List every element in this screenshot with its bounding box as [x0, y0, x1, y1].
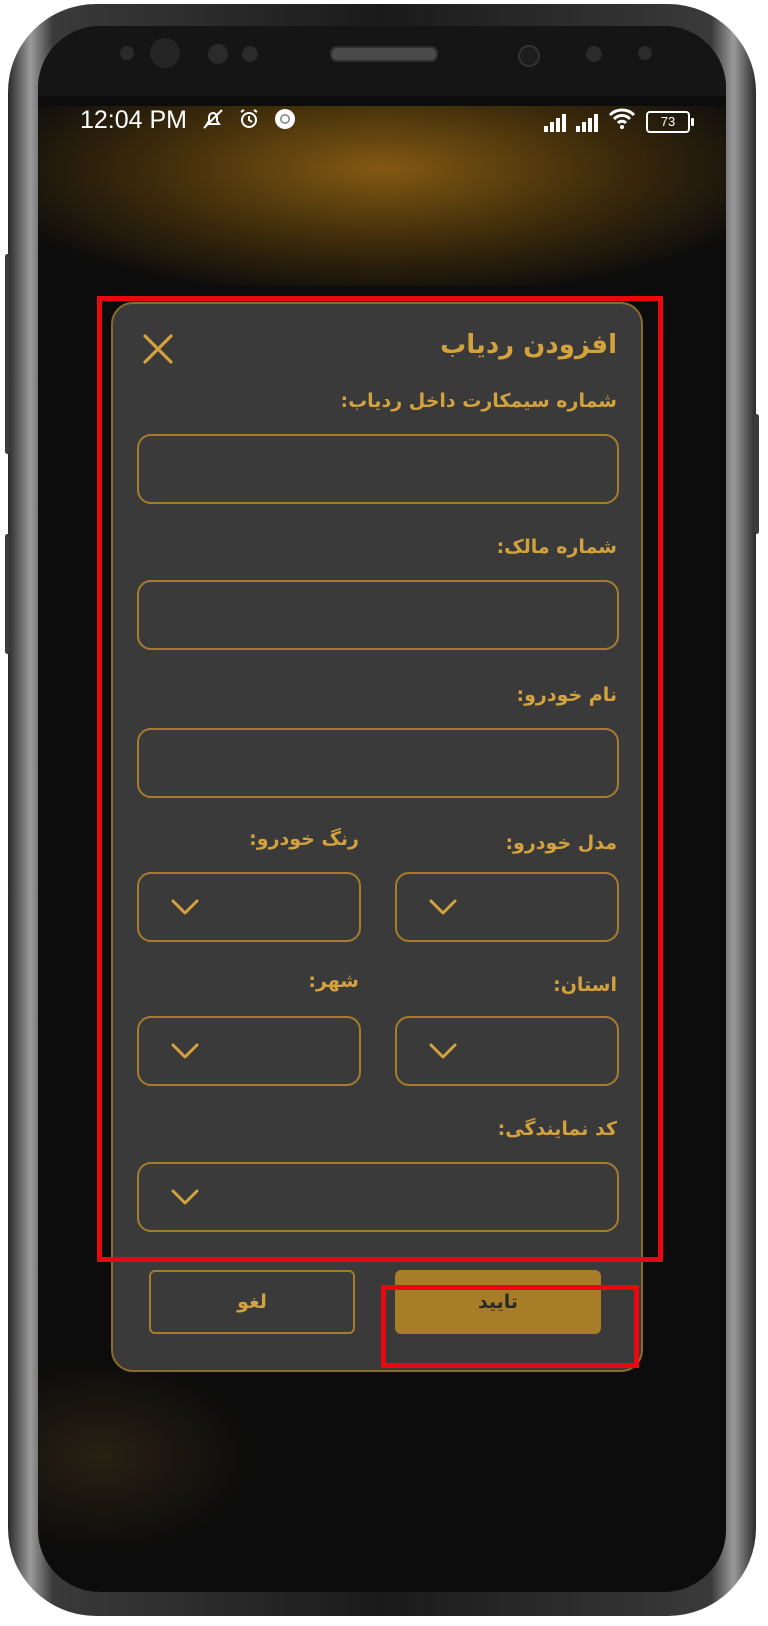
status-bar: 12:04 PM 73: [38, 96, 726, 150]
power-button: [754, 414, 759, 534]
alarm-icon: [236, 106, 262, 132]
sensor: [150, 38, 180, 68]
sensor: [586, 46, 602, 62]
phone-top-bezel: [38, 26, 726, 96]
status-time: 12:04 PM: [80, 106, 188, 134]
status-icons-left: [200, 106, 298, 132]
volume-button: [5, 254, 10, 454]
background-glow: [38, 1356, 258, 1556]
muted-icon: [200, 106, 226, 132]
status-icons-right: 73: [544, 108, 694, 136]
sensor: [638, 46, 652, 60]
battery-icon: 73: [646, 111, 694, 133]
wifi-icon: [608, 108, 636, 136]
sensor: [242, 46, 258, 62]
signal-icon: [576, 112, 598, 132]
sensor: [120, 46, 134, 60]
cancel-button[interactable]: لغو: [149, 1270, 355, 1334]
signal-icon: [544, 112, 566, 132]
earpiece-speaker: [330, 46, 438, 62]
chrome-icon: [272, 106, 298, 132]
confirm-highlight-box: [381, 1285, 639, 1368]
form-highlight-box: [97, 296, 663, 1262]
front-camera: [518, 45, 540, 67]
bixby-button: [5, 534, 10, 654]
sensor: [208, 44, 228, 64]
